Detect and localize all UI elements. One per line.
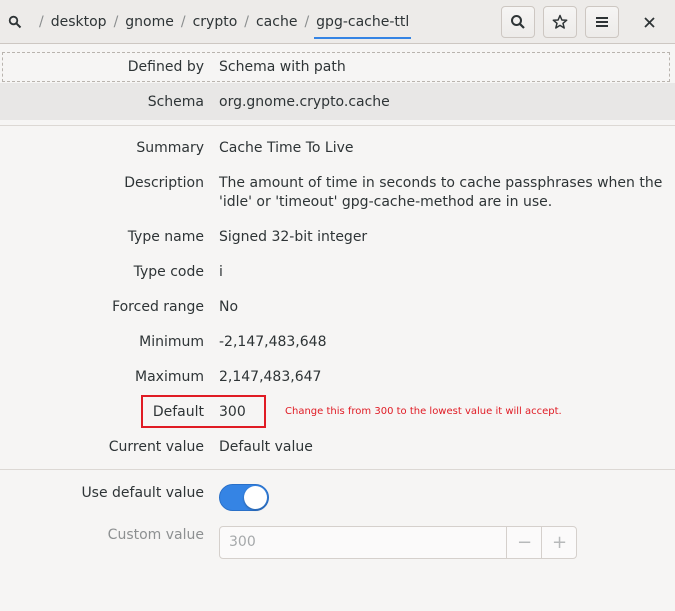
breadcrumb: / desktop / gnome / crypto / cache / gpg… <box>8 0 412 44</box>
description-line-1: The amount of time in seconds to cache p… <box>219 175 663 191</box>
current-value-label: Current value <box>108 439 204 455</box>
current-value-value: Default value <box>219 439 313 455</box>
defined-by-label: Defined by <box>127 59 204 75</box>
custom-value-input[interactable]: 300 <box>229 534 256 550</box>
use-default-label: Use default value <box>81 485 204 501</box>
minimum-label: Minimum <box>139 334 204 350</box>
description-label: Description <box>124 175 204 191</box>
breadcrumb-crypto[interactable]: crypto <box>193 14 238 30</box>
section-divider <box>0 125 675 126</box>
breadcrumb-separator: / <box>39 14 44 30</box>
summary-value: Cache Time To Live <box>219 140 354 156</box>
maximum-value: 2,147,483,647 <box>219 369 322 385</box>
decrement-button[interactable]: − <box>506 527 542 558</box>
breadcrumb-cache[interactable]: cache <box>256 14 297 30</box>
type-name-label: Type name <box>127 229 204 245</box>
default-label: Default <box>152 404 204 420</box>
close-button[interactable] <box>632 6 666 38</box>
search-icon <box>510 14 526 30</box>
breadcrumb-separator: / <box>113 14 119 30</box>
breadcrumb-gpg-cache-ttl[interactable]: gpg-cache-ttl <box>314 14 412 39</box>
search-button[interactable] <box>501 6 535 38</box>
section-divider <box>0 469 675 470</box>
maximum-label: Maximum <box>135 369 204 385</box>
minus-icon: − <box>516 532 533 553</box>
defined-by-value: Schema with path <box>219 59 346 75</box>
increment-button[interactable]: + <box>541 527 577 558</box>
type-code-value: i <box>219 264 223 280</box>
use-default-toggle[interactable] <box>219 484 269 511</box>
header-bar: / desktop / gnome / crypto / cache / gpg… <box>0 0 675 44</box>
star-icon <box>552 14 568 30</box>
breadcrumb-separator: / <box>244 14 249 30</box>
breadcrumb-desktop[interactable]: desktop <box>51 14 107 30</box>
key-details-panel: Defined by Schema with path Schema org.g… <box>0 45 675 611</box>
annotation-note: Change this from 300 to the lowest value… <box>285 406 562 417</box>
plus-icon: + <box>551 532 568 553</box>
hamburger-menu-icon <box>595 16 609 28</box>
type-name-value: Signed 32-bit integer <box>219 229 368 245</box>
schema-value: org.gnome.crypto.cache <box>219 94 390 110</box>
main-menu-button[interactable] <box>585 6 619 38</box>
close-icon <box>643 16 655 28</box>
schema-label: Schema <box>147 94 204 110</box>
breadcrumb-gnome[interactable]: gnome <box>125 14 174 30</box>
minimum-value: -2,147,483,648 <box>219 334 327 350</box>
forced-range-value: No <box>219 299 239 315</box>
custom-value-label: Custom value <box>107 527 204 543</box>
description-line-2: 'idle' or 'timeout' gpg-cache-method are… <box>219 194 553 210</box>
summary-label: Summary <box>136 140 204 156</box>
toggle-knob <box>244 486 267 509</box>
type-code-label: Type code <box>133 264 204 280</box>
custom-value-spinbutton[interactable]: 300 − + <box>219 526 577 559</box>
default-value: 300 <box>219 404 246 420</box>
breadcrumb-separator: / <box>180 14 186 30</box>
path-root-icon[interactable] <box>8 15 22 29</box>
bookmark-button[interactable] <box>543 6 577 38</box>
forced-range-label: Forced range <box>112 299 204 315</box>
breadcrumb-separator: / <box>304 14 310 30</box>
